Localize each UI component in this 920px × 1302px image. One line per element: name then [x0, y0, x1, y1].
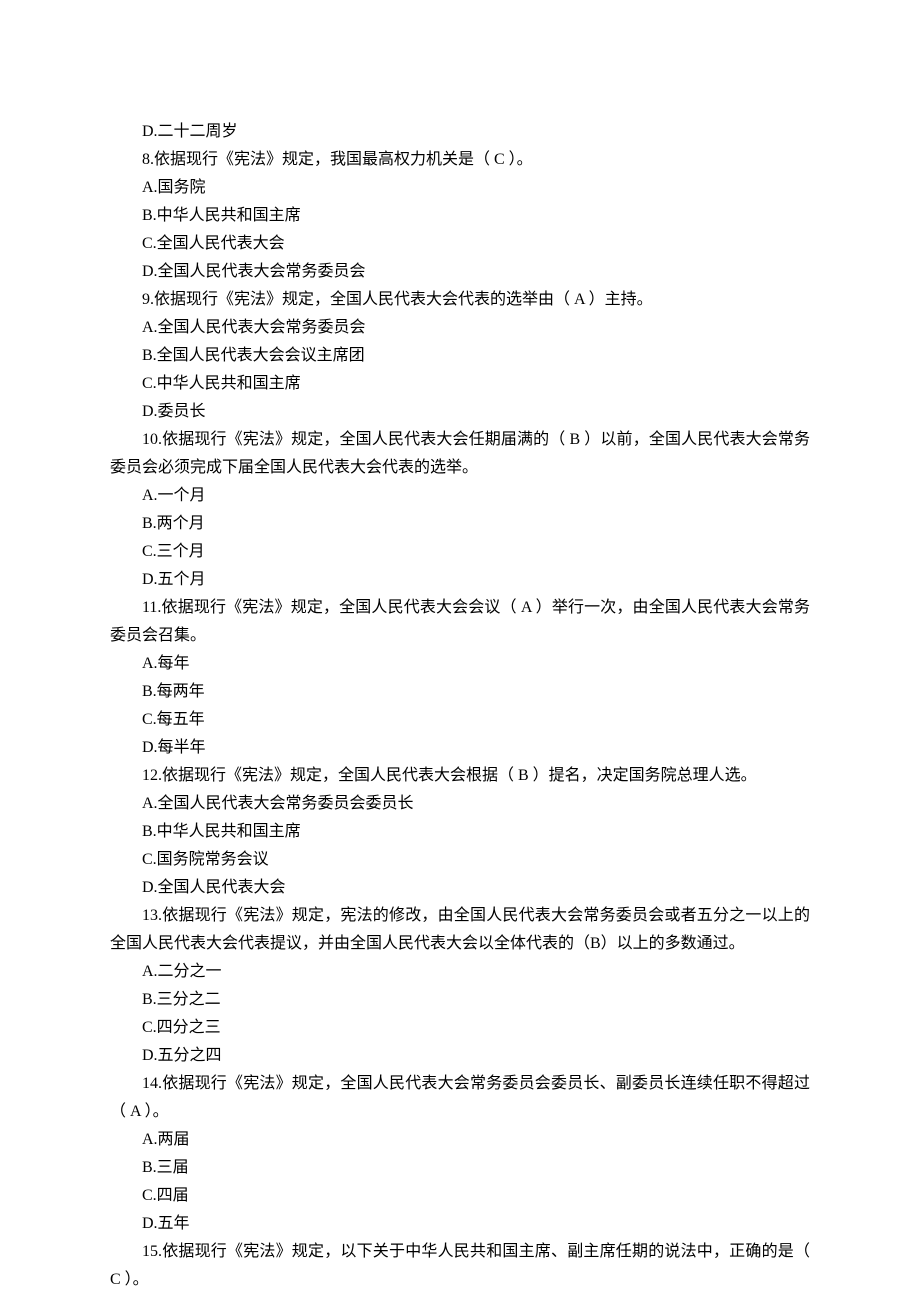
text-line: B.三分之二 [110, 986, 810, 1014]
text-line: 11.依据现行《宪法》规定，全国人民代表大会会议（ A ）举行一次，由全国人民代… [110, 594, 810, 650]
text-line: B.每两年 [110, 678, 810, 706]
text-line: A.国务院 [110, 174, 810, 202]
text-line: A.二分之一 [110, 958, 810, 986]
text-line: C.全国人民代表大会 [110, 230, 810, 258]
text-line: B.两个月 [110, 510, 810, 538]
text-line: A.两届 [110, 1126, 810, 1154]
text-line: C.每五年 [110, 706, 810, 734]
text-line: A.全国人民代表大会常务委员会委员长 [110, 790, 810, 818]
text-line: D.每半年 [110, 734, 810, 762]
text-line: C.四届 [110, 1182, 810, 1210]
text-line: C.中华人民共和国主席 [110, 370, 810, 398]
text-line: D.全国人民代表大会 [110, 874, 810, 902]
text-line: A.一个月 [110, 482, 810, 510]
text-line: D.委员长 [110, 398, 810, 426]
text-line: 13.依据现行《宪法》规定，宪法的修改，由全国人民代表大会常务委员会或者五分之一… [110, 902, 810, 958]
text-line: 14.依据现行《宪法》规定，全国人民代表大会常务委员会委员长、副委员长连续任职不… [110, 1070, 810, 1126]
text-line: 12.依据现行《宪法》规定，全国人民代表大会根据（ B ）提名，决定国务院总理人… [110, 762, 810, 790]
text-line: 10.依据现行《宪法》规定，全国人民代表大会任期届满的（ B ）以前，全国人民代… [110, 426, 810, 482]
text-line: D.五个月 [110, 566, 810, 594]
text-line: 15.依据现行《宪法》规定，以下关于中华人民共和国主席、副主席任期的说法中，正确… [110, 1238, 810, 1294]
text-line: C.四分之三 [110, 1014, 810, 1042]
text-line: B.全国人民代表大会会议主席团 [110, 342, 810, 370]
document-content: D.二十二周岁 8.依据现行《宪法》规定，我国最高权力机关是（ C ）。 A.国… [110, 118, 810, 1294]
text-line: D.五年 [110, 1210, 810, 1238]
text-line: C.国务院常务会议 [110, 846, 810, 874]
text-line: A.每年 [110, 650, 810, 678]
text-line: D.全国人民代表大会常务委员会 [110, 258, 810, 286]
text-line: D.五分之四 [110, 1042, 810, 1070]
text-line: B.三届 [110, 1154, 810, 1182]
text-line: B.中华人民共和国主席 [110, 202, 810, 230]
text-line: C.三个月 [110, 538, 810, 566]
text-line: 8.依据现行《宪法》规定，我国最高权力机关是（ C ）。 [110, 146, 810, 174]
text-line: A.全国人民代表大会常务委员会 [110, 314, 810, 342]
text-line: 9.依据现行《宪法》规定，全国人民代表大会代表的选举由（ A ）主持。 [110, 286, 810, 314]
text-line: B.中华人民共和国主席 [110, 818, 810, 846]
text-line: D.二十二周岁 [110, 118, 810, 146]
